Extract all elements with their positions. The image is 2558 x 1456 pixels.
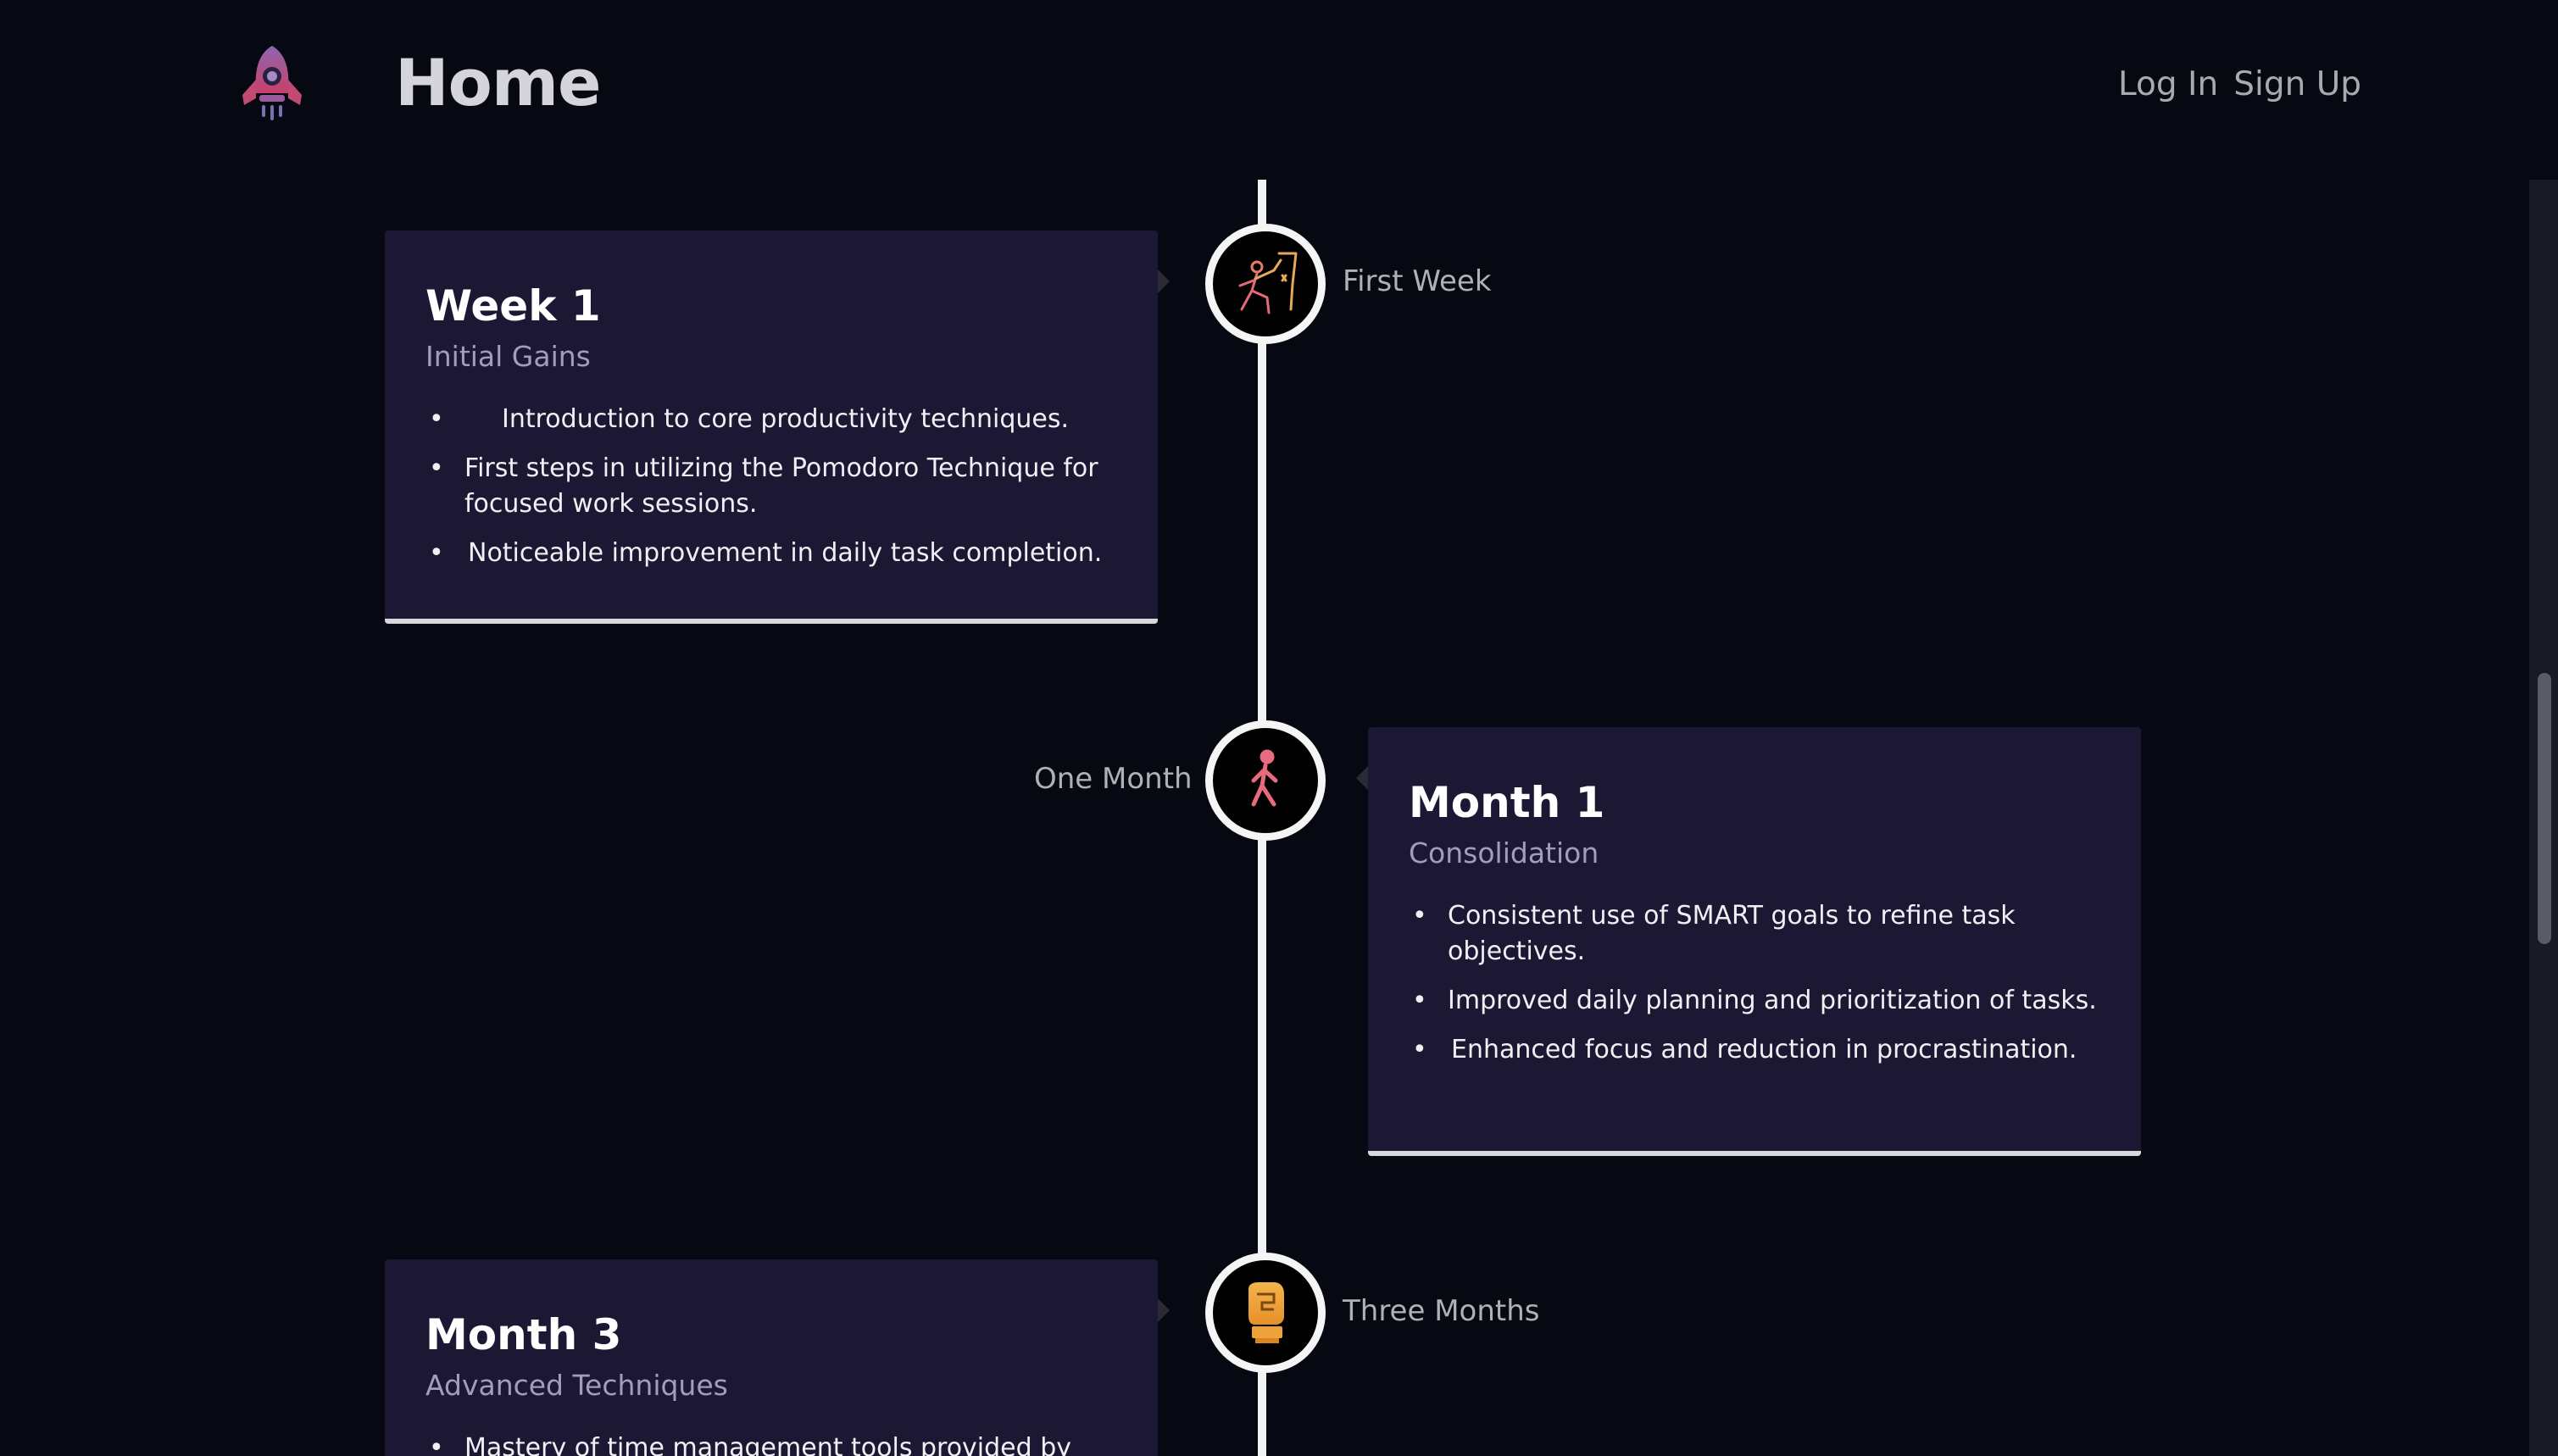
card-title: Week 1 (425, 281, 601, 331)
list-item: Noticeable improvement in daily task com… (425, 536, 1117, 571)
node-label-one-month: One Month (1034, 762, 1193, 796)
list-item: Improved daily planning and prioritizati… (1409, 983, 2100, 1019)
boxing-glove-icon (1248, 1282, 1284, 1343)
timeline-card-month-1: Month 1 Consolidation Consistent use of … (1368, 727, 2141, 1156)
list-item: Introduction to core productivity techni… (425, 402, 1117, 437)
rocket-icon[interactable] (237, 42, 307, 122)
header: Home Log In Sign Up (0, 0, 2558, 169)
node-label-first-week: First Week (1343, 264, 1492, 298)
card-points: Mastery of time management tools provide… (425, 1431, 1117, 1456)
timeline-card-week-1: Week 1 Initial Gains Introduction to cor… (385, 231, 1158, 624)
card-pointer (1356, 766, 1368, 790)
login-link[interactable]: Log In (2118, 59, 2218, 110)
scrollbar-thumb[interactable] (2538, 673, 2551, 944)
card-pointer (1158, 1298, 1170, 1322)
list-item: Mastery of time management tools provide… (425, 1431, 1117, 1456)
card-points: Introduction to core productivity techni… (425, 402, 1117, 571)
node-label-three-months: Three Months (1343, 1294, 1540, 1328)
timeline-card-month-3: Month 3 Advanced Techniques Mastery of t… (385, 1259, 1158, 1456)
auth-nav: Log In Sign Up (2118, 59, 2361, 110)
page-title: Home (395, 45, 602, 120)
walking-icon (1251, 749, 1278, 807)
card-subtitle: Consolidation (1409, 836, 1599, 870)
list-item: First steps in utilizing the Pomodoro Te… (425, 451, 1117, 522)
card-subtitle: Advanced Techniques (425, 1369, 728, 1402)
timeline-node-first-week (1205, 224, 1326, 344)
climber-icon (1238, 252, 1298, 314)
card-subtitle: Initial Gains (425, 340, 591, 373)
card-title: Month 3 (425, 1310, 622, 1359)
timeline-node-three-months (1205, 1253, 1326, 1373)
card-pointer (1158, 270, 1170, 293)
signup-link[interactable]: Sign Up (2233, 59, 2361, 110)
card-points: Consistent use of SMART goals to refine … (1409, 898, 2100, 1068)
list-item: Consistent use of SMART goals to refine … (1409, 898, 2100, 970)
list-item: Enhanced focus and reduction in procrast… (1409, 1032, 2100, 1068)
card-title: Month 1 (1409, 778, 1605, 827)
page: Home Log In Sign Up Week 1 Initial Gains… (0, 0, 2558, 1456)
timeline-node-one-month (1205, 720, 1326, 841)
